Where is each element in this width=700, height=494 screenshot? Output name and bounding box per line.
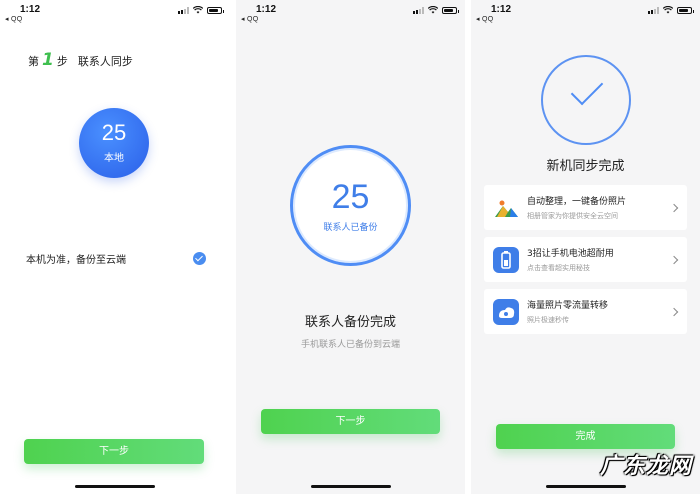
- chevron-right-icon: [669, 203, 679, 212]
- local-contact-count: 25: [101, 120, 127, 145]
- wifi-icon: [428, 6, 438, 14]
- step-suffix: 步: [56, 55, 68, 68]
- chevron-right-icon: [669, 307, 679, 316]
- card-battery-tips[interactable]: 3招让手机电池超耐用 点击查看超实用秘技: [484, 237, 687, 282]
- back-to-app-link[interactable]: ◂ QQ: [476, 15, 494, 23]
- wifi-icon: [663, 6, 673, 14]
- step-prefix: 第: [28, 55, 39, 68]
- status-bar: 1:12 ◂ QQ: [471, 0, 700, 24]
- back-to-app-link[interactable]: ◂ QQ: [5, 15, 23, 23]
- signal-icon: [413, 6, 424, 14]
- status-icons: [413, 6, 459, 14]
- cloud-transfer-icon: [493, 298, 519, 325]
- backed-up-count: 25: [331, 178, 370, 216]
- battery-icon: [442, 6, 459, 14]
- local-contacts-badge: 25 本地: [79, 108, 149, 178]
- backup-option-label: 本机为准，备份至云端: [26, 254, 126, 266]
- next-step-button[interactable]: 下一步: [261, 409, 440, 434]
- screen-backup-complete: 1:12 ◂ QQ 25 联系人已备份 联系人备份完成 手机联系人已备份到云端 …: [236, 0, 465, 494]
- card-subtitle: 相册管家为你提供安全云空间: [527, 212, 618, 220]
- finish-button[interactable]: 完成: [496, 424, 675, 449]
- backup-count-ring: 25 联系人已备份: [290, 145, 411, 266]
- card-photo-backup[interactable]: 自动整理，一键备份照片 相册管家为你提供安全云空间: [484, 185, 687, 230]
- card-title: 3招让手机电池超耐用: [527, 249, 614, 259]
- checkmark-icon[interactable]: [193, 251, 206, 265]
- status-icons: [648, 6, 694, 14]
- battery-icon: [207, 6, 224, 14]
- status-bar: 1:12 ◂ QQ: [236, 0, 465, 24]
- card-subtitle: 点击查看超实用秘技: [527, 264, 590, 272]
- checkmark-icon: [570, 72, 604, 106]
- home-indicator[interactable]: [545, 485, 626, 488]
- status-time: 1:12: [491, 4, 512, 15]
- status-icons: [178, 6, 224, 14]
- back-to-app-link[interactable]: ◂ QQ: [241, 15, 259, 23]
- card-title: 自动整理，一键备份照片: [527, 197, 627, 207]
- local-contact-label: 本地: [104, 153, 124, 164]
- status-time: 1:12: [256, 4, 277, 15]
- site-watermark: 广东龙网: [599, 454, 692, 479]
- signal-icon: [178, 6, 189, 14]
- next-step-button[interactable]: 下一步: [24, 439, 204, 464]
- signal-icon: [648, 6, 659, 14]
- screen-sync-complete: 1:12 ◂ QQ 新机同步完成 自动整理，一键备份照片 相册管家为你提供安全云…: [471, 0, 700, 494]
- card-photo-transfer[interactable]: 海量照片零流量转移 照片极速秒传: [484, 289, 687, 334]
- mountain-photo-icon: [493, 194, 519, 221]
- step-header: 第 1 步 联系人同步: [28, 50, 133, 70]
- card-title: 海量照片零流量转移: [527, 301, 609, 311]
- wifi-icon: [193, 6, 203, 14]
- step-name: 联系人同步: [77, 55, 133, 68]
- step-number: 1: [42, 50, 54, 70]
- home-indicator[interactable]: [310, 485, 391, 488]
- card-subtitle: 照片极速秒传: [527, 316, 569, 324]
- battery-icon: [493, 246, 519, 273]
- status-bar: 1:12 ◂ QQ: [0, 0, 230, 24]
- backup-complete-title: 联系人备份完成: [304, 315, 396, 330]
- sync-complete-title: 新机同步完成: [546, 159, 625, 174]
- backup-complete-subtitle: 手机联系人已备份到云端: [300, 340, 400, 350]
- backed-up-label: 联系人已备份: [323, 223, 378, 233]
- battery-icon: [677, 6, 694, 14]
- status-time: 1:12: [20, 4, 41, 15]
- home-indicator[interactable]: [75, 485, 155, 488]
- chevron-right-icon: [669, 255, 679, 264]
- success-checkmark-icon: [541, 55, 631, 145]
- backup-option-row[interactable]: 本机为准，备份至云端: [26, 249, 206, 267]
- screen-contact-sync-step: 1:12 ◂ QQ 第 1 步 联系人同步 25 本地 本机为准，备份至云端 下…: [0, 0, 230, 494]
